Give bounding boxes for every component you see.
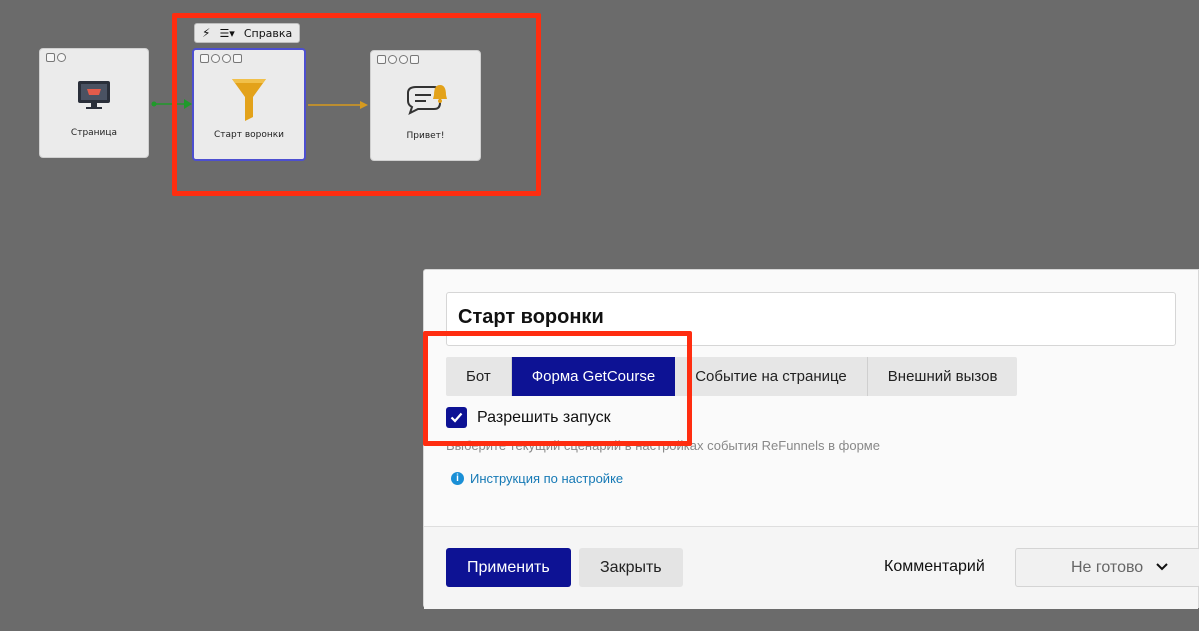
trigger-tabs: Бот Форма GetCourse Событие на странице … [446, 357, 1018, 396]
node-start[interactable]: Старт воронки [192, 48, 306, 161]
close-button[interactable]: Закрыть [579, 548, 683, 587]
node-badges [377, 55, 419, 64]
node-page[interactable]: Страница [39, 48, 149, 158]
user-icon [57, 53, 66, 62]
info-icon [399, 55, 408, 64]
connector-arrow [151, 99, 192, 109]
node-label: Старт воронки [213, 130, 285, 140]
node-hello[interactable]: Привет! [370, 50, 481, 161]
info-icon: i [451, 472, 464, 485]
list-menu-icon[interactable]: ☰▾ [219, 27, 234, 40]
comment-icon [233, 54, 242, 63]
tab-page-event[interactable]: Событие на странице [675, 357, 868, 396]
help-button[interactable]: Справка [244, 27, 292, 40]
allow-start-checkbox[interactable] [446, 407, 467, 428]
message-bell-icon [406, 85, 447, 115]
tab-bot[interactable]: Бот [446, 357, 512, 396]
tab-getcourse-form[interactable]: Форма GetCourse [511, 357, 676, 396]
status-value: Не готово [1071, 559, 1144, 576]
node-title-input[interactable]: Старт воронки [446, 292, 1176, 346]
dialog-footer: Применить Закрыть Комментарий Не готово [424, 526, 1199, 609]
monitor-cart-icon [78, 81, 110, 109]
connector-arrow [308, 101, 368, 109]
apply-button[interactable]: Применить [446, 548, 571, 587]
node-toolbar: ⚡ ☰▾ Справка [194, 23, 301, 43]
copy-icon [200, 54, 209, 63]
tab-external-call[interactable]: Внешний вызов [867, 357, 1018, 396]
instruction-link[interactable]: i Инструкция по настройке [451, 471, 623, 486]
copy-icon [377, 55, 386, 64]
comment-icon [410, 55, 419, 64]
copy-icon [46, 53, 55, 62]
allow-start-row[interactable]: Разрешить запуск [446, 407, 611, 428]
allow-start-label: Разрешить запуск [477, 408, 611, 426]
node-settings-dialog: Старт воронки Бот Форма GetCourse Событи… [423, 269, 1199, 609]
funnel-icon [232, 79, 266, 121]
node-label: Страница [70, 128, 118, 138]
user-icon [211, 54, 220, 63]
node-badges [46, 53, 66, 62]
checkmark-icon [450, 412, 463, 423]
comment-button[interactable]: Комментарий [884, 558, 985, 576]
user-icon [388, 55, 397, 64]
lightning-icon[interactable]: ⚡ [202, 26, 210, 40]
status-select[interactable]: Не готово [1015, 548, 1199, 587]
node-label: Привет! [406, 131, 445, 141]
instruction-link-label[interactable]: Инструкция по настройке [470, 471, 623, 486]
info-icon [222, 54, 231, 63]
node-badges [200, 54, 242, 63]
hint-text: Выберите текущий сценарий в настройках с… [446, 438, 880, 453]
chevron-down-icon [1156, 563, 1168, 571]
